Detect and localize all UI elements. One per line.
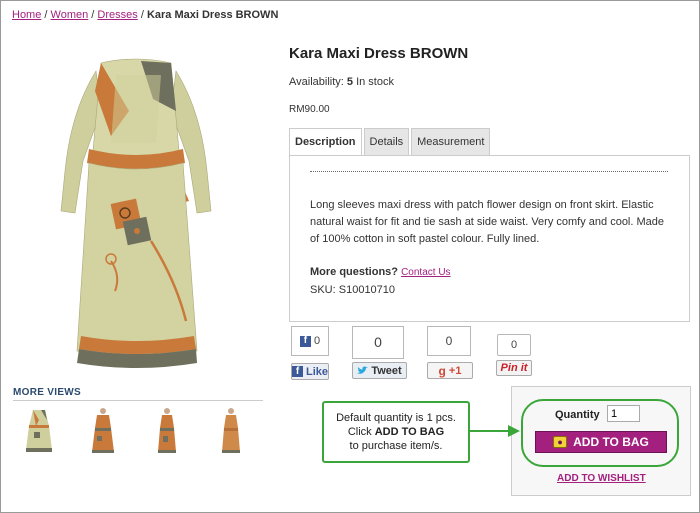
- tab-details[interactable]: Details: [363, 128, 410, 155]
- callout-line-2-text: Click: [347, 426, 375, 438]
- availability-status: In stock: [356, 76, 394, 88]
- product-price: RM90.00: [289, 104, 330, 115]
- facebook-count: 0: [313, 335, 321, 347]
- callout-line-2-bold: ADD TO BAG: [374, 426, 445, 438]
- google-plus-label: +1: [448, 364, 462, 377]
- sku-value: S10010710: [338, 284, 396, 296]
- tweet-label: Tweet: [371, 364, 402, 377]
- facebook-like-button[interactable]: f Like: [291, 363, 329, 380]
- facebook-count-box: f 0: [291, 326, 329, 356]
- sku-label: SKU:: [310, 284, 336, 296]
- availability-count: 5: [346, 76, 354, 88]
- callout-line-3: to purchase item/s.: [349, 440, 443, 452]
- thumbnail-rear[interactable]: [211, 406, 251, 462]
- tweet-button[interactable]: Tweet: [352, 362, 407, 379]
- contact-us-link[interactable]: Contact Us: [401, 267, 450, 278]
- callout-line-1: Default quantity is 1 pcs.: [336, 412, 456, 424]
- pin-it-button[interactable]: Pin it: [496, 360, 532, 376]
- divider: [310, 171, 668, 172]
- product-tabs: Description Details Measurement: [289, 128, 492, 155]
- description-panel: Long sleeves maxi dress with patch flowe…: [289, 155, 690, 322]
- google-plus-button[interactable]: g +1: [427, 362, 473, 379]
- facebook-icon: f: [292, 366, 303, 377]
- thumbnail-front[interactable]: [19, 406, 59, 462]
- google-plus-share: 0 g +1: [427, 326, 473, 379]
- tab-measurement[interactable]: Measurement: [411, 128, 491, 155]
- product-main-image[interactable]: [51, 51, 221, 381]
- more-questions: More questions? Contact Us: [310, 266, 451, 278]
- callout-line-2: Click ADD TO BAG: [324, 425, 468, 439]
- breadcrumb-home-link[interactable]: Home: [12, 9, 41, 21]
- breadcrumb: Home / Women / Dresses / Kara Maxi Dress…: [12, 9, 278, 21]
- pinterest-share: 0 Pin it: [496, 334, 532, 376]
- highlight-annotation: [521, 399, 679, 467]
- availability-label: Availability:: [289, 76, 344, 88]
- facebook-share: f 0 f Like: [291, 326, 329, 380]
- breadcrumb-separator: /: [44, 9, 48, 21]
- add-to-wishlist-link[interactable]: ADD TO WISHLIST: [557, 473, 646, 484]
- sku: SKU: S10010710: [310, 284, 395, 296]
- google-icon: g: [438, 363, 446, 378]
- breadcrumb-women-link[interactable]: Women: [51, 9, 89, 21]
- twitter-share: 0 Tweet: [352, 326, 407, 379]
- facebook-like-label: Like: [305, 365, 328, 378]
- twitter-bird-icon: [357, 366, 369, 374]
- thumbnail-side[interactable]: [147, 406, 187, 462]
- arrow-right-icon: [470, 425, 520, 437]
- breadcrumb-separator: /: [91, 9, 95, 21]
- divider: [13, 400, 263, 401]
- breadcrumb-dresses-link[interactable]: Dresses: [97, 9, 137, 21]
- google-plus-count: 0: [427, 326, 471, 356]
- product-title: Kara Maxi Dress BROWN: [289, 45, 469, 62]
- tab-description[interactable]: Description: [289, 128, 362, 155]
- product-description: Long sleeves maxi dress with patch flowe…: [310, 199, 665, 245]
- more-views-heading: MORE VIEWS: [13, 387, 82, 398]
- pinterest-count: 0: [497, 334, 531, 356]
- facebook-icon: f: [299, 335, 311, 347]
- availability: Availability: 5 In stock: [289, 76, 394, 88]
- thumbnail-back[interactable]: [83, 406, 123, 462]
- twitter-count: 0: [352, 326, 404, 359]
- instruction-callout: Default quantity is 1 pcs. Click ADD TO …: [322, 401, 470, 463]
- more-views-thumbnails: [19, 406, 251, 462]
- more-questions-label: More questions?: [310, 266, 399, 278]
- breadcrumb-current: Kara Maxi Dress BROWN: [146, 9, 279, 21]
- breadcrumb-separator: /: [140, 9, 144, 21]
